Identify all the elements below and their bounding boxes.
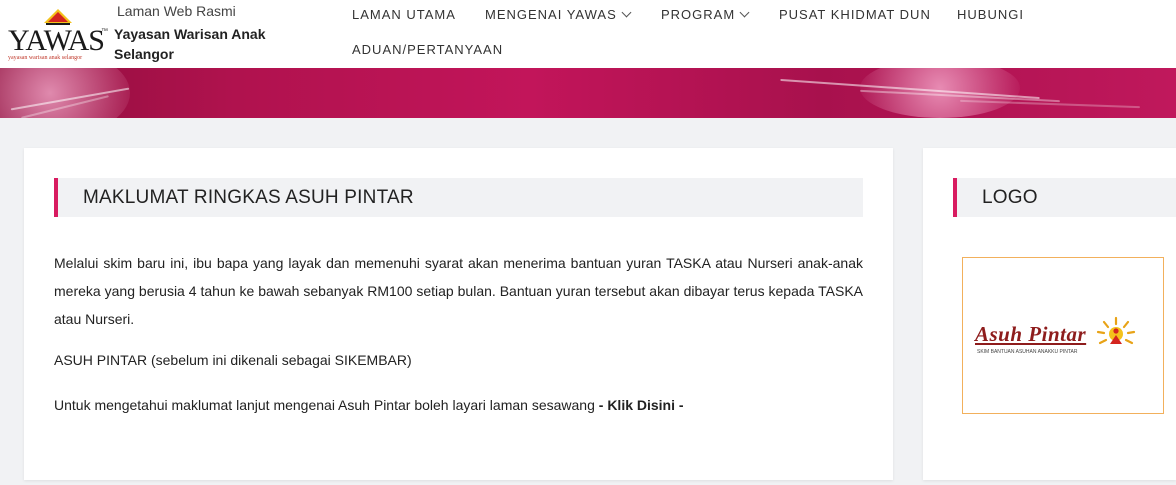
nav-label: ADUAN/PERTANYAAN xyxy=(352,42,504,57)
main-content-card: MAKLUMAT RINGKAS ASUH PINTAR Melalui ski… xyxy=(24,148,893,480)
nav-item-program[interactable]: PROGRAM xyxy=(661,7,750,22)
asuh-pintar-wordmark: Asuh Pintar xyxy=(975,322,1087,346)
logo-trademark: ™ xyxy=(101,28,108,35)
asuh-pintar-tagline: SKIM BANTUAN ASUHAN ANAKKU PINTAR xyxy=(977,349,1078,355)
header-banner xyxy=(0,68,1176,118)
site-subtitle: Laman Web Rasmi xyxy=(117,3,236,19)
nav-label: MENGENAI YAWAS xyxy=(485,7,617,22)
nav-item-laman-utama[interactable]: LAMAN UTAMA xyxy=(352,7,456,22)
sun-figure-icon xyxy=(1096,316,1136,345)
section-heading: MAKLUMAT RINGKAS ASUH PINTAR xyxy=(54,178,863,217)
chevron-down-icon xyxy=(739,7,750,18)
nav-item-pusat-khidmat-dun[interactable]: PUSAT KHIDMAT DUN xyxy=(779,7,931,22)
klik-disini-link[interactable]: - Klik Disini - xyxy=(599,397,684,413)
yawas-logo[interactable]: YAWAS ™ yayasan warisan anak selangor xyxy=(6,6,110,62)
nav-label: PUSAT KHIDMAT DUN xyxy=(779,7,931,22)
description-paragraph: Melalui skim baru ini, ibu bapa yang lay… xyxy=(54,255,863,327)
sidebar-title: LOGO xyxy=(982,187,1038,208)
sidebar-logo-card: LOGO Asuh Pintar SKIM BANTUAN ASUHAN ANA… xyxy=(923,148,1176,480)
more-info-paragraph: Untuk mengetahui maklumat lanjut mengena… xyxy=(54,397,684,413)
nav-item-aduan-pertanyaan[interactable]: ADUAN/PERTANYAAN xyxy=(352,42,503,57)
logo-tagline: yayasan warisan anak selangor xyxy=(8,55,83,61)
nav-item-mengenai-yawas[interactable]: MENGENAI YAWAS xyxy=(485,7,632,22)
logo-wordmark: YAWAS xyxy=(8,24,105,57)
asuh-pintar-logo[interactable]: Asuh Pintar SKIM BANTUAN ASUHAN ANAKKU P… xyxy=(962,257,1164,414)
page-title: MAKLUMAT RINGKAS ASUH PINTAR xyxy=(83,187,414,208)
sidebar-heading: LOGO xyxy=(953,178,1176,217)
former-name-paragraph: ASUH PINTAR (sebelum ini dikenali sebaga… xyxy=(54,352,412,368)
more-info-text: Untuk mengetahui maklumat lanjut mengena… xyxy=(54,397,599,413)
nav-item-hubungi[interactable]: HUBUNGI xyxy=(957,7,1024,22)
site-header: YAWAS ™ yayasan warisan anak selangor La… xyxy=(0,0,1176,68)
site-title[interactable]: Yayasan Warisan Anak Selangor xyxy=(114,24,304,64)
nav-label: PROGRAM xyxy=(661,7,736,22)
nav-label: HUBUNGI xyxy=(957,7,1024,22)
chevron-down-icon xyxy=(621,7,632,18)
nav-label: LAMAN UTAMA xyxy=(352,7,456,22)
